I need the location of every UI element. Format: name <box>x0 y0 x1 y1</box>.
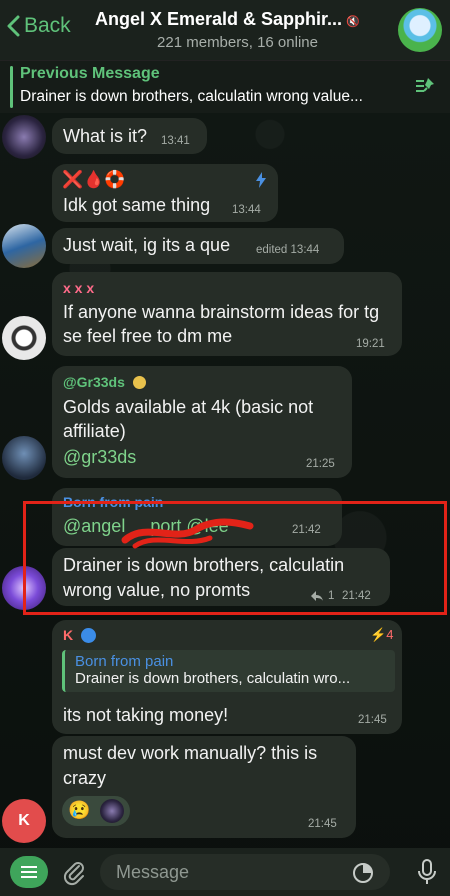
sender-name-text: @Gr33ds <box>63 374 125 390</box>
menu-line <box>21 876 37 878</box>
avatar-letter: K <box>18 812 30 829</box>
message-text-line: Golds available at 4k (basic not <box>63 397 314 417</box>
menu-line <box>21 871 37 873</box>
pinned-text: Drainer is down brothers, calculatin wro… <box>20 88 363 105</box>
reactor-avatar <box>100 799 124 823</box>
message-text-line: crazy <box>63 768 107 788</box>
message-time: 13:41 <box>161 135 190 147</box>
pinned-message-bar[interactable]: Previous Message Drainer is down brother… <box>0 60 450 113</box>
verified-badge-icon <box>132 376 146 389</box>
message-text: Idk got same thing <box>63 195 211 215</box>
message-time: 21:45 <box>308 818 337 830</box>
message-text-line: affiliate) <box>63 421 126 441</box>
message-text: If anyone wanna brainstorm ideas for tg … <box>63 302 380 346</box>
message-text: Just wait, ig its a que <box>63 235 231 255</box>
highlight-rectangle <box>23 501 447 615</box>
verified-badge-icon <box>81 628 97 643</box>
user-avatar[interactable] <box>2 436 46 480</box>
message-time: 21:45 <box>358 714 387 726</box>
sender-name[interactable]: @Gr33ds <box>63 374 146 390</box>
reply-text: Drainer is down brothers, calculatin wro… <box>75 670 351 687</box>
reply-sender: Born from pain <box>75 653 174 670</box>
message-input[interactable] <box>100 854 390 890</box>
back-button[interactable]: Back <box>6 14 71 38</box>
menu-button[interactable] <box>10 856 48 888</box>
message-text: its not taking money! <box>63 705 229 725</box>
pinned-indicator <box>10 66 13 108</box>
message-bubble[interactable]: must dev work manually? this is crazy 😢 … <box>52 736 356 838</box>
badge-count-value: 4 <box>386 627 394 642</box>
reaction-emoji: 😢 <box>68 800 91 820</box>
message-emoji: ❌🩸🛟 <box>62 170 126 189</box>
badge-count: ⚡4 <box>370 627 394 642</box>
message-text: What is it? <box>63 126 148 146</box>
user-avatar[interactable] <box>2 316 46 360</box>
message-time: 13:44 <box>232 204 261 216</box>
message-text-line: must dev work manually? this is <box>63 743 318 763</box>
sender-name[interactable]: K <box>63 627 97 643</box>
message-bubble[interactable]: x x x If anyone wanna brainstorm ideas f… <box>52 272 402 356</box>
chat-title[interactable]: Angel X Emerald & Sapphir... 🔇 <box>95 9 380 30</box>
message-bubble[interactable]: ❌🩸🛟 Idk got same thing 13:44 <box>52 164 278 222</box>
user-avatar[interactable] <box>2 115 46 159</box>
message-bubble[interactable]: K ⚡4 Born from pain Drainer is down brot… <box>52 620 402 734</box>
pin-list-icon[interactable] <box>414 75 438 97</box>
message-bubble[interactable]: What is it? 13:41 <box>52 118 207 154</box>
pinned-title: Previous Message <box>20 65 160 82</box>
message-bubble[interactable]: @Gr33ds Golds available at 4k (basic not… <box>52 366 352 478</box>
sender-name[interactable]: x x x <box>63 280 94 296</box>
chevron-left-icon <box>7 15 20 37</box>
chat-title-text: Angel X Emerald & Sapphir... <box>95 9 343 29</box>
mention-link[interactable]: @gr33ds <box>63 445 136 469</box>
chat-header: Back Angel X Emerald & Sapphir... 🔇 221 m… <box>0 0 450 60</box>
user-avatar[interactable]: K <box>2 799 46 843</box>
lightning-icon <box>256 172 266 188</box>
sticker-icon[interactable] <box>352 862 374 884</box>
sender-name-text: K <box>63 627 74 643</box>
back-label: Back <box>24 14 71 37</box>
message-input-bar <box>0 848 450 896</box>
message-time: 19:21 <box>356 338 385 350</box>
reaction-chip[interactable]: 😢 <box>62 796 130 826</box>
message-time: edited 13:44 <box>256 244 320 256</box>
reply-preview[interactable]: Born from pain Drainer is down brothers,… <box>62 650 395 692</box>
paperclip-icon[interactable] <box>62 858 86 886</box>
message-time: 21:25 <box>306 458 335 470</box>
menu-line <box>21 866 37 868</box>
user-avatar[interactable] <box>2 224 46 268</box>
microphone-icon[interactable] <box>417 858 437 886</box>
message-bubble[interactable]: Just wait, ig its a que edited 13:44 <box>52 228 344 264</box>
chat-subtitle: 221 members, 16 online <box>157 34 318 51</box>
group-avatar[interactable] <box>398 8 442 52</box>
mute-icon: 🔇 <box>346 16 360 28</box>
